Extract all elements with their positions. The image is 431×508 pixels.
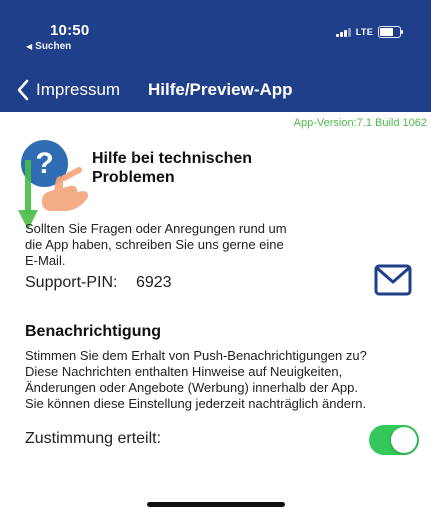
consent-toggle[interactable] xyxy=(369,425,419,455)
navigation-bar: Impressum Hilfe/Preview-App xyxy=(0,72,431,112)
app-version: App-Version:7.1 Build 1062 xyxy=(293,117,427,129)
help-text-line: Sollten Sie Fragen oder Anregungen rund … xyxy=(25,221,287,236)
page-title: Hilfe/Preview-App xyxy=(148,80,293,99)
help-text-line: die App haben, schreiben Sie uns gerne e… xyxy=(25,237,284,252)
back-to-app-link[interactable]: ◀ Suchen xyxy=(26,41,71,52)
envelope-icon[interactable] xyxy=(373,263,413,297)
chevron-left-icon xyxy=(17,79,29,101)
status-time: 10:50 xyxy=(50,22,90,39)
support-pin-label: Support-PIN: xyxy=(25,274,118,291)
consent-label: Zustimmung erteilt: xyxy=(25,430,162,447)
notification-description: Stimmen Sie dem Erhalt von Push-Benachri… xyxy=(25,348,427,412)
hand-pointer-icon xyxy=(41,167,89,211)
back-button-label: Impressum xyxy=(36,80,121,99)
help-title-line: Hilfe bei technischen xyxy=(92,150,253,167)
notification-title: Benachrichtigung xyxy=(25,323,162,340)
status-indicators: LTE xyxy=(335,26,403,38)
help-description: Sollten Sie Fragen oder Anregungen rund … xyxy=(25,221,325,269)
screen: 10:50 ◀ Suchen LTE Impressum Hilfe/Previe… xyxy=(0,0,431,508)
status-bar: 10:50 ◀ Suchen LTE xyxy=(0,0,431,72)
back-button[interactable]: Impressum xyxy=(14,78,120,102)
home-indicator[interactable] xyxy=(147,502,285,507)
notification-text-line: Stimmen Sie dem Erhalt von Push-Benachri… xyxy=(25,348,367,363)
help-text-line: E-Mail. xyxy=(25,253,66,268)
notification-text-line: Diese Nachrichten enthalten Hinweise auf… xyxy=(25,364,343,379)
main-content: App-Version:7.1 Build 1062 ? Hilfe bei t… xyxy=(0,112,431,508)
help-title-line: Problemen xyxy=(92,169,175,186)
support-pin-row: Support-PIN: 6923 xyxy=(25,274,172,292)
back-to-app-label: Suchen xyxy=(35,41,72,52)
toggle-knob xyxy=(391,427,417,453)
notification-text-line: Sie können diese Einstellung jederzeit n… xyxy=(25,396,367,411)
notification-text-line: Änderungen oder Angebote (Werbung) inner… xyxy=(25,380,358,395)
triangle-left-icon: ◀ xyxy=(26,42,33,51)
support-pin-value: 6923 xyxy=(135,274,172,291)
network-type: LTE xyxy=(355,27,373,37)
signal-icon xyxy=(335,27,351,37)
battery-icon xyxy=(378,26,403,38)
help-title: Hilfe bei technischen Problemen xyxy=(92,149,312,187)
